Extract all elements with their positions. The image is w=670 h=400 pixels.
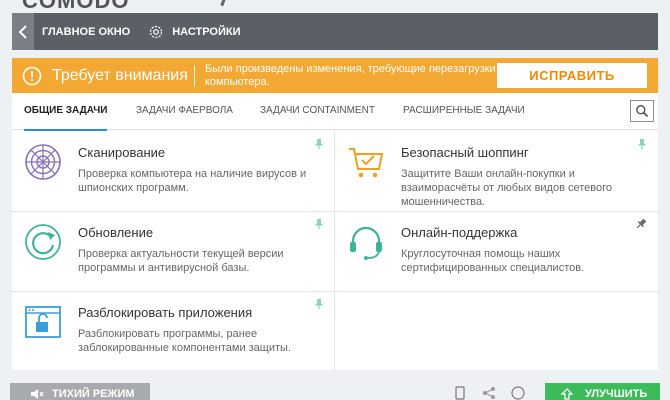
- tab-containment-tasks[interactable]: ЗАДАЧИ CONTAINMENT: [260, 93, 375, 130]
- task-unblock-apps[interactable]: Разблокировать приложения Разблокировать…: [12, 291, 334, 371]
- task-description: Защитите Ваши онлайн-покупки и взаиморас…: [401, 168, 613, 208]
- task-description: Разблокировать программы, ранее заблокир…: [78, 328, 291, 354]
- task-description: Проверка компьютера на наличие вирусов и…: [78, 168, 307, 194]
- share-icon[interactable]: [482, 386, 496, 400]
- upgrade-label: УЛУЧШИТЬ: [585, 388, 648, 400]
- gear-icon: [150, 25, 163, 38]
- search-button[interactable]: [630, 100, 654, 122]
- task-description: Проверка актуальности текущей версии про…: [78, 248, 284, 274]
- pin-icon[interactable]: [637, 138, 647, 150]
- chevron-left-icon: [18, 24, 27, 39]
- tab-advanced-tasks[interactable]: РАСШИРЕННЫЕ ЗАДАЧИ: [403, 93, 525, 130]
- upgrade-arrow-icon: [561, 388, 573, 400]
- back-button[interactable]: [12, 13, 34, 50]
- task-online-support[interactable]: Онлайн-поддержка Круглосуточная помощь н…: [335, 211, 657, 291]
- upgrade-button[interactable]: УЛУЧШИТЬ: [545, 383, 660, 400]
- nav-main-window[interactable]: ГЛАВНОЕ ОКНО: [34, 13, 144, 50]
- attention-banner: Требует внимания Были произведены измене…: [12, 58, 658, 93]
- pin-icon[interactable]: [314, 298, 324, 310]
- task-title: Безопасный шоппинг: [401, 145, 529, 160]
- task-title: Обновление: [78, 225, 154, 240]
- tab-firewall-tasks[interactable]: ЗАДАЧИ ФАЕРВОЛА: [136, 93, 233, 130]
- headset-icon: [350, 226, 382, 260]
- alert-title: Требует внимания: [52, 66, 188, 84]
- task-title: Разблокировать приложения: [78, 305, 253, 320]
- radar-scan-icon: [25, 144, 61, 180]
- task-title: Сканирование: [78, 145, 166, 160]
- navbar: ГЛАВНОЕ ОКНО НАСТРОЙКИ: [12, 13, 658, 50]
- help-icon[interactable]: [511, 386, 525, 400]
- task-update[interactable]: Обновление Проверка актуальности текущей…: [12, 211, 334, 291]
- pin-icon[interactable]: [314, 218, 324, 230]
- bottom-bar: ТИХИЙ РЕЖИМ УЛУЧШИТЬ: [0, 380, 670, 400]
- task-scan[interactable]: Сканирование Проверка компьютера на нали…: [12, 131, 334, 211]
- search-icon: [636, 105, 649, 118]
- alert-message: Были произведены изменения, требующие пе…: [205, 62, 496, 88]
- fix-button[interactable]: ИСПРАВИТЬ: [497, 63, 647, 88]
- quiet-mode-button[interactable]: ТИХИЙ РЕЖИМ: [10, 383, 150, 400]
- nav-main-label: ГЛАВНОЕ ОКНО: [42, 25, 131, 38]
- nav-settings[interactable]: НАСТРОЙКИ: [144, 13, 241, 50]
- nav-settings-label: НАСТРОЙКИ: [172, 25, 241, 38]
- unlock-window-icon: [25, 306, 61, 338]
- tasks-panel: ОБЩИЕ ЗАДАЧИ ЗАДАЧИ ФАЕРВОЛА ЗАДАЧИ CONT…: [12, 93, 658, 370]
- task-title: Онлайн-поддержка: [401, 225, 518, 240]
- pin-icon[interactable]: [635, 218, 647, 230]
- app-logo: COMODO: [22, 0, 129, 12]
- task-tabs: ОБЩИЕ ЗАДАЧИ ЗАДАЧИ ФАЕРВОЛА ЗАДАЧИ CONT…: [12, 93, 658, 131]
- logo-strip: COMODO: [0, 0, 670, 12]
- tab-general-tasks[interactable]: ОБЩИЕ ЗАДАЧИ: [24, 93, 108, 131]
- warning-icon: [22, 66, 42, 85]
- task-grid: Сканирование Проверка компьютера на нали…: [12, 131, 658, 370]
- mobile-icon[interactable]: [455, 386, 465, 400]
- quiet-mode-label: ТИХИЙ РЕЖИМ: [52, 388, 135, 400]
- shopping-cart-icon: [349, 148, 384, 178]
- refresh-icon: [25, 224, 61, 260]
- mute-icon: [31, 389, 44, 399]
- task-safe-shopping[interactable]: Безопасный шоппинг Защитите Ваши онлайн-…: [335, 131, 657, 211]
- pin-icon[interactable]: [314, 138, 324, 150]
- task-description: Круглосуточная помощь наших сертифициров…: [401, 248, 585, 274]
